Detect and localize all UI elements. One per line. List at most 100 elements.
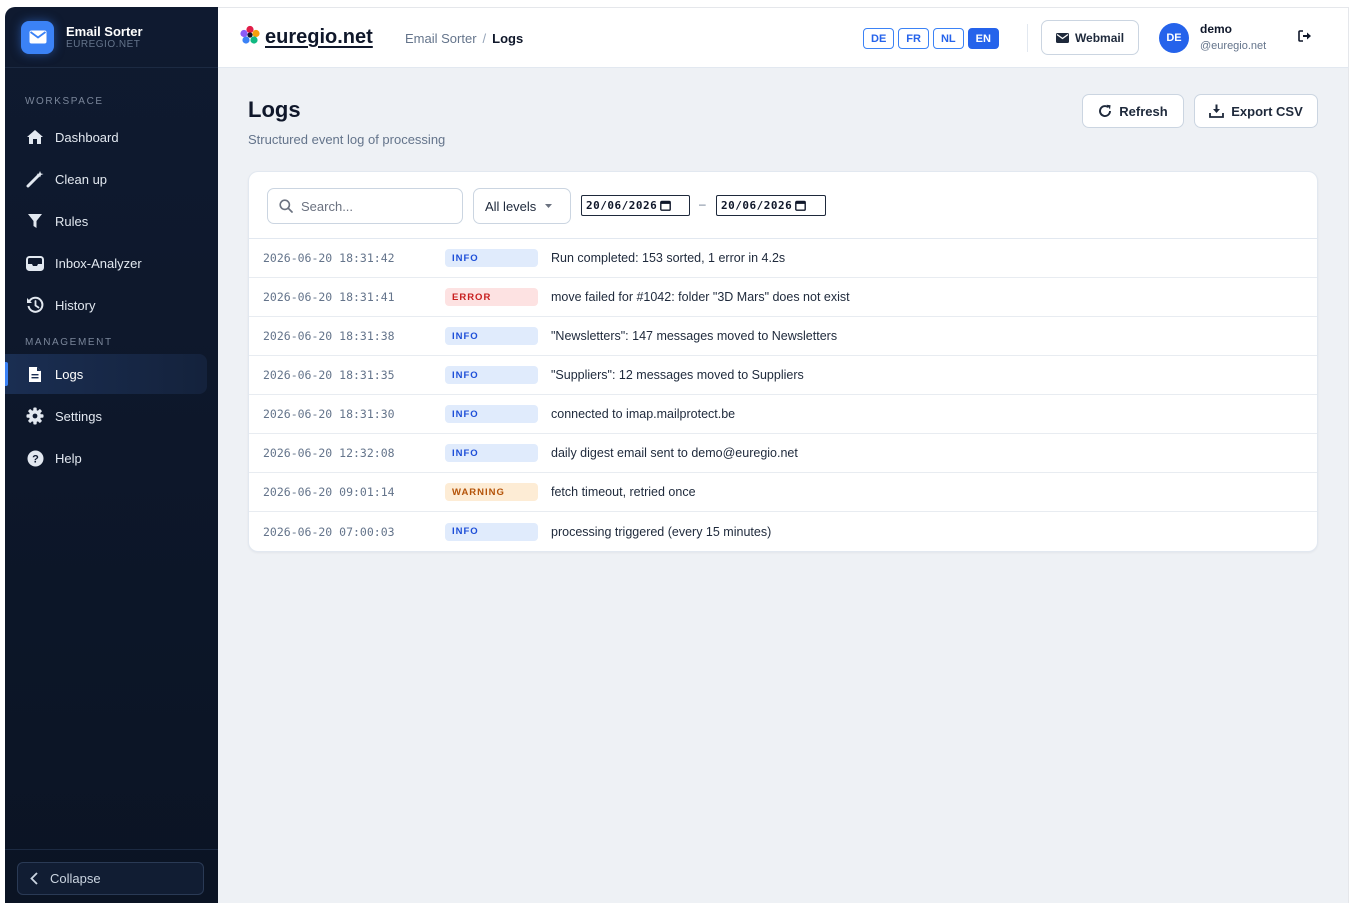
collapse-button[interactable]: Collapse [17,862,204,895]
language-de-button[interactable]: DE [863,28,895,49]
sidebar-item-label: Inbox-Analyzer [55,255,142,271]
log-list: 2026-06-20 18:31:42 INFO Run completed: … [249,239,1317,551]
sidebar: Email Sorter EUREGIO.NET WORKSPACE Dashb… [5,7,218,903]
sidebar-footer: Collapse [5,849,218,903]
log-level-badge: INFO [445,327,538,345]
log-timestamp: 2026-06-20 18:31:41 [263,290,395,304]
sidebar-item-label: Help [55,450,82,466]
sidebar-item-inbox-analyzer[interactable]: Inbox-Analyzer [5,243,207,283]
log-message: Run completed: 153 sorted, 1 error in 4.… [551,251,786,265]
log-row[interactable]: 2026-06-20 18:31:35 INFO "Suppliers": 12… [249,356,1317,395]
inbox-icon [25,253,45,273]
download-icon [1209,104,1225,118]
date-from-value: 20/06/2026 [586,199,658,212]
log-timestamp: 2026-06-20 18:31:38 [263,329,395,343]
app-name: Email Sorter [66,23,143,39]
brand[interactable]: Email Sorter EUREGIO.NET [5,7,218,68]
log-row[interactable]: 2026-06-20 18:31:30 INFO connected to im… [249,395,1317,434]
level-select[interactable]: All levels [473,188,571,224]
sidebar-item-label: Rules [55,213,89,229]
divider [1027,24,1028,52]
log-level-badge: INFO [445,405,538,423]
breadcrumb-separator: / [482,31,487,46]
log-row[interactable]: 2026-06-20 18:31:41 ERROR move failed fo… [249,278,1317,317]
page-subtitle: Structured event log of processing [248,132,446,147]
log-level-badge: INFO [445,444,538,462]
envelope-icon [21,20,54,54]
caret-down-icon [545,204,553,208]
log-level-badge: WARNING [445,483,538,501]
refresh-label: Refresh [1119,103,1168,119]
sidebar-item-clean-up[interactable]: Clean up [5,159,207,199]
date-range-separator: – [699,197,706,211]
gear-icon [25,406,45,426]
log-level-badge: INFO [445,366,538,384]
logo-text: euregio.net [265,26,373,48]
filter-bar: All levels 20/06/2026 – 20/06/2026 [249,172,1317,239]
sidebar-item-settings[interactable]: Settings [5,396,207,436]
history-icon [25,295,45,315]
webmail-label: Webmail [1074,30,1125,45]
euregio-logo[interactable]: euregio.net [239,25,373,50]
level-select-value: All levels [485,198,537,214]
sidebar-item-rules[interactable]: Rules [5,201,207,241]
log-row[interactable]: 2026-06-20 18:31:38 INFO "Newsletters": … [249,317,1317,356]
calendar-icon[interactable] [795,200,807,211]
svg-text:?: ? [32,453,39,465]
log-timestamp: 2026-06-20 18:31:35 [263,368,395,382]
sidebar-item-logs[interactable]: Logs [5,354,207,394]
filter-icon [25,211,45,231]
log-level-badge: INFO [445,249,538,267]
search-input[interactable] [301,198,451,214]
webmail-button[interactable]: Webmail [1041,20,1139,55]
log-level-badge: ERROR [445,288,538,306]
language-en-button[interactable]: EN [967,28,999,49]
search-box[interactable] [267,188,463,224]
log-message: "Suppliers": 12 messages moved to Suppli… [551,368,804,382]
user-email: @euregio.net [1200,40,1267,52]
log-timestamp: 2026-06-20 07:00:03 [263,524,395,539]
refresh-button[interactable]: Refresh [1082,94,1184,128]
sidebar-item-label: Settings [55,408,102,424]
log-row[interactable]: 2026-06-20 09:01:14 WARNING fetch timeou… [249,473,1317,512]
sidebar-item-dashboard[interactable]: Dashboard [5,117,207,157]
search-icon [279,199,293,213]
export-label: Export CSV [1231,103,1303,119]
date-from-input[interactable]: 20/06/2026 [581,195,690,216]
breadcrumb-parent[interactable]: Email Sorter [405,31,477,46]
page-title: Logs [248,97,301,122]
calendar-icon[interactable] [660,200,672,211]
refresh-icon [1098,104,1112,118]
sidebar-item-history[interactable]: History [5,285,207,325]
date-to-input[interactable]: 20/06/2026 [716,195,826,216]
log-timestamp: 2026-06-20 18:31:30 [263,407,395,421]
sidebar-item-label: Dashboard [55,129,119,145]
mail-icon [1055,32,1069,43]
file-icon [25,364,45,384]
avatar[interactable]: DE [1159,23,1189,53]
breadcrumb: Email Sorter / Logs [405,31,523,46]
topbar: euregio.net Email Sorter / Logs DE FR NL E… [218,7,1349,68]
log-message: move failed for #1042: folder "3D Mars" … [551,290,850,304]
language-nl-button[interactable]: NL [932,28,964,49]
help-icon: ? [25,448,45,468]
log-level-badge: INFO [445,522,538,541]
management-section-label: MANAGEMENT [25,337,113,348]
workspace-section-label: WORKSPACE [25,96,104,107]
log-message: processing triggered (every 15 minutes) [551,524,772,539]
home-icon [25,127,45,147]
logs-card: All levels 20/06/2026 – 20/06/2026 [248,171,1318,552]
log-message: daily digest email sent to demo@euregio.… [551,446,798,460]
magic-wand-icon [25,169,45,189]
export-csv-button[interactable]: Export CSV [1194,94,1318,128]
app-subtitle: EUREGIO.NET [66,38,141,50]
log-timestamp: 2026-06-20 18:31:42 [263,251,395,265]
language-fr-button[interactable]: FR [898,28,929,49]
log-row[interactable]: 2026-06-20 07:00:03 INFO processing trig… [249,512,1317,551]
sidebar-item-help[interactable]: ? Help [5,438,207,478]
log-row[interactable]: 2026-06-20 12:32:08 INFO daily digest em… [249,434,1317,473]
log-row[interactable]: 2026-06-20 18:31:42 INFO Run completed: … [249,239,1317,278]
log-message: connected to imap.mailprotect.be [551,407,736,421]
log-timestamp: 2026-06-20 12:32:08 [263,446,395,460]
logout-icon[interactable] [1298,30,1312,42]
